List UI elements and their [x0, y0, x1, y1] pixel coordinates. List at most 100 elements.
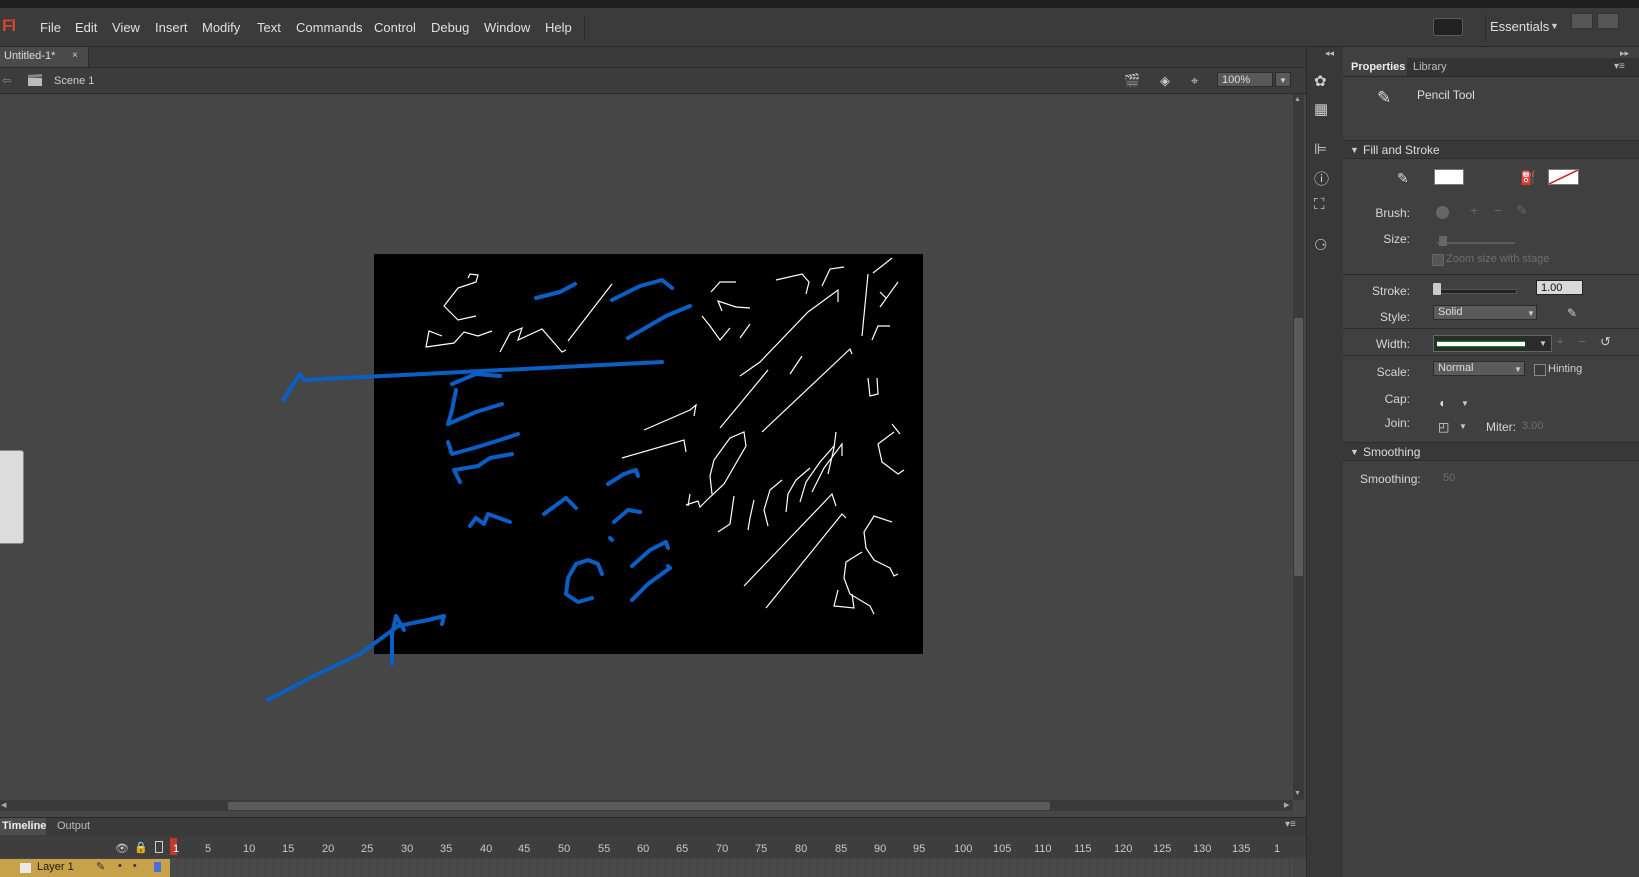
menu-window[interactable]: Window — [484, 20, 530, 35]
style-label: Style: — [1379, 310, 1410, 324]
transform-icon[interactable]: ⛶ — [1314, 196, 1325, 213]
chevron-down-icon[interactable]: ▼ — [1459, 422, 1467, 431]
layer-outline-color[interactable] — [154, 862, 161, 872]
frame-number: 125 — [1153, 843, 1172, 855]
menu-view[interactable]: View — [112, 20, 140, 35]
section-expanded-icon[interactable]: ▼ — [1350, 145, 1359, 155]
pencil-icon: ✎ — [1377, 88, 1392, 107]
chevron-down-icon[interactable]: ▼ — [1514, 365, 1522, 374]
minimize-button[interactable] — [1571, 13, 1593, 29]
round-cap-icon[interactable]: ◖ — [1438, 396, 1445, 410]
scroll-up-icon[interactable]: ▲ — [1294, 96, 1301, 103]
stroke-slider-thumb[interactable] — [1433, 283, 1441, 295]
frame-number: 60 — [637, 843, 650, 855]
divider — [1343, 328, 1639, 329]
size-slider — [1437, 242, 1515, 244]
frame-number: 10 — [243, 843, 256, 855]
workspace-gear-icon[interactable] — [1433, 18, 1463, 36]
fill-color-swatch[interactable] — [1548, 169, 1579, 185]
timeline-tab-bar — [0, 817, 1306, 837]
hinting-label[interactable]: Hinting — [1548, 363, 1582, 375]
menu-bar — [0, 8, 1639, 47]
lock-icon[interactable]: 🔒 — [134, 841, 148, 854]
align-icon[interactable]: ⊫ — [1314, 140, 1327, 158]
frame-number: 40 — [480, 843, 493, 855]
chevron-down-icon[interactable]: ▼ — [1550, 21, 1559, 31]
hinting-checkbox[interactable] — [1534, 364, 1546, 376]
menu-debug[interactable]: Debug — [431, 20, 469, 35]
info-icon[interactable]: ⓘ — [1314, 168, 1329, 189]
scale-label: Scale: — [1376, 365, 1410, 379]
size-label: Size: — [1383, 232, 1410, 246]
stroke-width-input[interactable]: 1.00 — [1536, 280, 1583, 295]
eye-icon[interactable]: 👁 — [115, 842, 129, 855]
frame-cells[interactable] — [170, 859, 1293, 877]
edit-scene-icon[interactable]: 🎬 — [1124, 73, 1140, 89]
blue-brush-strokes — [266, 278, 692, 702]
menu-divider — [584, 16, 585, 40]
vertical-scroll-thumb[interactable] — [1294, 318, 1303, 576]
menu-file[interactable]: File — [40, 20, 61, 35]
document-tab-label[interactable]: Untitled-1* — [4, 50, 55, 62]
menu-commands[interactable]: Commands — [296, 20, 362, 35]
divider — [1343, 355, 1639, 356]
drawing-layer — [266, 257, 905, 702]
menu-edit[interactable]: Edit — [75, 20, 97, 35]
palette-icon[interactable]: ✿ — [1314, 72, 1327, 90]
close-icon[interactable]: × — [72, 50, 78, 61]
smoothing-title[interactable]: Smoothing — [1363, 445, 1420, 459]
collapse-icon[interactable]: ◂◂ — [1325, 48, 1334, 59]
menu-text[interactable]: Text — [257, 20, 281, 35]
frame-number: 55 — [598, 843, 611, 855]
round-join-icon[interactable]: ◰ — [1438, 420, 1449, 434]
tab-timeline-label[interactable]: Timeline — [2, 820, 46, 832]
menu-help[interactable]: Help — [545, 20, 572, 35]
floating-color-swatch[interactable] — [0, 450, 24, 544]
center-stage-icon[interactable]: ⌖ — [1191, 73, 1198, 89]
scroll-right-icon[interactable]: ▶ — [1284, 801, 1289, 809]
chevron-down-icon[interactable]: ▼ — [1539, 339, 1547, 348]
menu-control[interactable]: Control — [374, 20, 416, 35]
restore-button[interactable] — [1597, 13, 1619, 29]
edit-stroke-style-icon[interactable]: ✎ — [1567, 306, 1577, 320]
scroll-left-icon[interactable]: ◀ — [1, 801, 6, 809]
horizontal-scroll-thumb[interactable] — [228, 802, 1050, 810]
join-label: Join: — [1384, 416, 1410, 430]
stroke-slider[interactable] — [1433, 289, 1517, 294]
reset-profile-icon[interactable]: ↺ — [1600, 334, 1611, 350]
zoom-size-label: Zoom size with stage — [1446, 253, 1550, 265]
grid-icon[interactable]: ▦ — [1314, 100, 1328, 118]
workspace-switcher[interactable]: Essentials — [1490, 19, 1549, 34]
menu-insert[interactable]: Insert — [155, 20, 188, 35]
components-icon[interactable]: ⚆ — [1314, 236, 1327, 254]
stroke-color-swatch[interactable] — [1434, 169, 1464, 185]
zoom-input[interactable]: 100% — [1217, 72, 1273, 87]
layer-toggles[interactable]: •• — [118, 860, 148, 872]
outline-icon[interactable] — [155, 841, 163, 853]
layer-name[interactable]: Layer 1 — [37, 861, 74, 873]
chevron-down-icon[interactable]: ▼ — [1527, 309, 1535, 318]
fill-stroke-title[interactable]: Fill and Stroke — [1363, 143, 1440, 157]
back-arrow-icon[interactable]: ⇦ — [2, 74, 11, 87]
scroll-down-icon[interactable]: ▼ — [1294, 790, 1301, 797]
section-expanded-icon[interactable]: ▼ — [1350, 447, 1359, 457]
remove-brush-icon: − — [1494, 202, 1503, 218]
frame-number: 30 — [401, 843, 414, 855]
tab-output[interactable]: Output — [57, 820, 90, 832]
edit-symbols-icon[interactable]: ◈ — [1160, 73, 1170, 89]
frame-number: 105 — [993, 843, 1012, 855]
brush-shape — [1436, 206, 1449, 219]
menu-modify[interactable]: Modify — [202, 20, 240, 35]
scale-dropdown[interactable]: Normal — [1433, 361, 1525, 376]
chevron-down-icon[interactable]: ▼ — [1461, 399, 1469, 408]
panel-menu-icon[interactable]: ▾≡ — [1614, 61, 1625, 72]
zoom-dropdown-button[interactable]: ▼ — [1275, 72, 1291, 87]
edit-brush-icon: ✎ — [1516, 202, 1528, 218]
frame-ruler[interactable] — [0, 836, 1306, 858]
panel-menu-icon[interactable]: ▾≡ — [1285, 819, 1296, 830]
frame-number: 115 — [1074, 843, 1092, 855]
tab-library[interactable]: Library — [1413, 61, 1447, 73]
layer-icon — [20, 863, 31, 873]
tab-properties-label[interactable]: Properties — [1351, 61, 1405, 73]
style-dropdown[interactable]: Solid — [1433, 305, 1537, 320]
